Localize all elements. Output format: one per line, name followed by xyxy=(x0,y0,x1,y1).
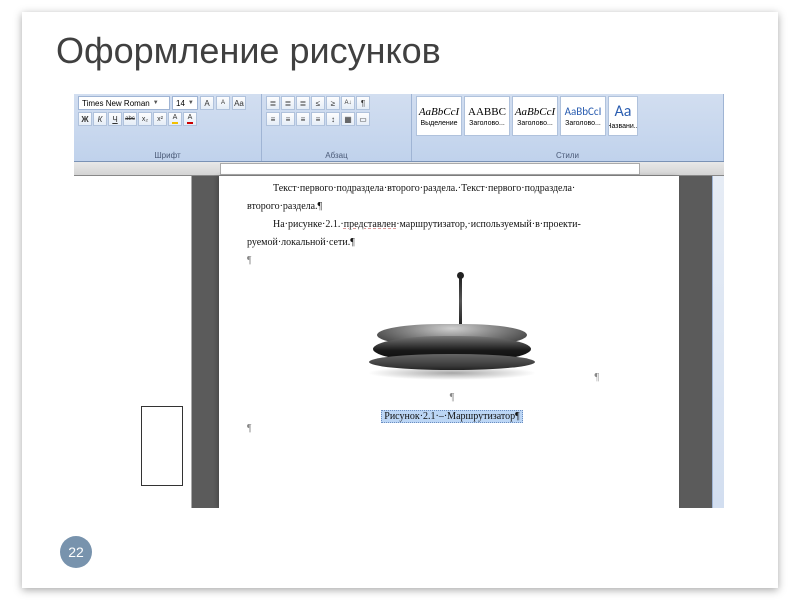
decrease-indent-button[interactable]: ≤ xyxy=(311,96,325,110)
chevron-down-icon: ▼ xyxy=(153,100,159,106)
strike-button[interactable]: abc xyxy=(123,112,137,126)
multilevel-button[interactable]: ≣ xyxy=(296,96,310,110)
blank-paragraph: ¶ xyxy=(247,422,657,436)
numbering-button[interactable]: ≣ xyxy=(281,96,295,110)
clear-format-button[interactable]: Aa xyxy=(232,96,246,110)
shrink-font-button[interactable]: A xyxy=(216,96,230,110)
document-workspace: Текст·первого·подраздела·второго·раздела… xyxy=(74,176,724,508)
bold-button[interactable]: Ж xyxy=(78,112,92,126)
word-screenshot: Times New Roman ▼ 14 ▼ A A Aa Ж К Ч abc xyxy=(74,94,724,508)
router-shadow-icon xyxy=(367,366,537,380)
body-text: руемой·локальной·сети.¶ xyxy=(247,236,657,250)
font-size-value: 14 xyxy=(176,99,185,108)
bullets-button[interactable]: ≣ xyxy=(266,96,280,110)
slide-number: 22 xyxy=(68,544,84,560)
style-item[interactable]: AaBbCcI Выделение xyxy=(416,96,462,136)
line-spacing-button[interactable]: ↕ xyxy=(326,112,340,126)
ribbon-group-font: Times New Roman ▼ 14 ▼ A A Aa Ж К Ч abc xyxy=(74,94,262,161)
style-item[interactable]: AABBC Заголово... xyxy=(464,96,510,136)
figure-image[interactable]: ¶ xyxy=(247,276,657,389)
spellcheck-underline: представлен xyxy=(344,219,397,230)
increase-indent-button[interactable]: ≥ xyxy=(326,96,340,110)
table-fragment xyxy=(141,406,183,486)
previous-page-edge xyxy=(74,176,192,508)
italic-button[interactable]: К xyxy=(93,112,107,126)
sort-button[interactable]: A↓ xyxy=(341,96,355,110)
slide-title: Оформление рисунков xyxy=(22,12,778,80)
highlight-button[interactable]: A xyxy=(168,112,182,126)
body-text: второго·раздела.¶ xyxy=(247,200,657,214)
font-size-combo[interactable]: 14 ▼ xyxy=(172,96,198,110)
justify-button[interactable]: ≡ xyxy=(311,112,325,126)
borders-button[interactable]: ▭ xyxy=(356,112,370,126)
align-left-button[interactable]: ≡ xyxy=(266,112,280,126)
ribbon: Times New Roman ▼ 14 ▼ A A Aa Ж К Ч abc xyxy=(74,94,724,162)
document-page[interactable]: Текст·первого·подраздела·второго·раздела… xyxy=(219,176,679,508)
style-item[interactable]: AaBbCcI Заголово... xyxy=(560,96,606,136)
underline-button[interactable]: Ч xyxy=(108,112,122,126)
grow-font-button[interactable]: A xyxy=(200,96,214,110)
caption-selected-text: Рисунок·2.1·–·Маршрутизатор¶ xyxy=(381,410,522,423)
pilcrow-icon: ¶ xyxy=(594,372,599,383)
body-text: Текст·первого·подраздела·второго·раздела… xyxy=(247,182,657,196)
slide-frame: Оформление рисунков Times New Roman ▼ 14… xyxy=(22,12,778,588)
ribbon-group-styles: AaBbCcI Выделение AABBC Заголово... AaBb… xyxy=(412,94,724,161)
show-marks-button[interactable]: ¶ xyxy=(356,96,370,110)
highlight-color-icon xyxy=(172,122,178,124)
body-text: На·рисунке·2.1.·представлен·маршрутизато… xyxy=(247,218,657,232)
vertical-scrollbar[interactable] xyxy=(712,176,724,508)
font-name-value: Times New Roman xyxy=(82,99,150,108)
chevron-down-icon: ▼ xyxy=(188,100,194,106)
router-illustration xyxy=(367,276,537,386)
styles-gallery[interactable]: AaBbCcI Выделение AABBC Заголово... AaBb… xyxy=(416,96,719,136)
style-item[interactable]: AaBbCcI Заголово... xyxy=(512,96,558,136)
align-center-button[interactable]: ≡ xyxy=(281,112,295,126)
align-right-button[interactable]: ≡ xyxy=(296,112,310,126)
shading-button[interactable]: ▦ xyxy=(341,112,355,126)
horizontal-ruler[interactable] xyxy=(74,162,724,176)
blank-paragraph: ¶ xyxy=(247,391,657,405)
style-item[interactable]: Aa Названи... xyxy=(608,96,638,136)
font-name-combo[interactable]: Times New Roman ▼ xyxy=(78,96,170,110)
font-color-button[interactable]: A xyxy=(183,112,197,126)
font-color-icon xyxy=(187,122,193,124)
figure-caption[interactable]: Рисунок·2.1·–·Маршрутизатор¶ xyxy=(247,411,657,422)
styles-group-label: Стили xyxy=(416,151,719,161)
router-antenna-icon xyxy=(459,276,462,326)
slide-number-badge: 22 xyxy=(60,536,92,568)
ribbon-group-paragraph: ≣ ≣ ≣ ≤ ≥ A↓ ¶ ≡ ≡ ≡ ≡ ↕ ▦ ▭ Абзац xyxy=(262,94,412,161)
font-group-label: Шрифт xyxy=(78,151,257,161)
superscript-button[interactable]: x² xyxy=(153,112,167,126)
subscript-button[interactable]: x₂ xyxy=(138,112,152,126)
blank-paragraph: ¶ xyxy=(247,254,657,268)
ruler-page-area xyxy=(220,163,640,175)
paragraph-group-label: Абзац xyxy=(266,151,407,161)
